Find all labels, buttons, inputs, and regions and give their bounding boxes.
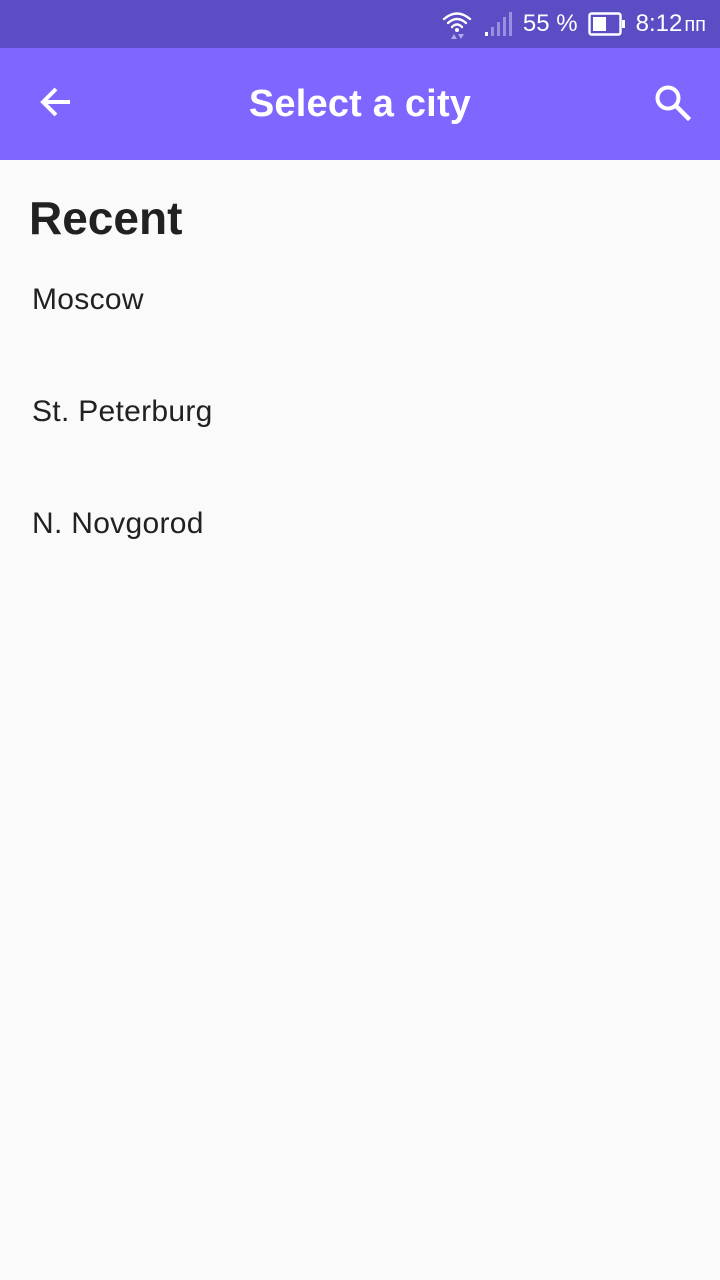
arrow-left-icon: [38, 84, 74, 125]
page-title: Select a city: [248, 83, 472, 125]
city-label: St. Peterburg: [32, 395, 213, 428]
status-bar: 55 % 8:12 пп: [0, 0, 720, 48]
status-bar-right: 55 % 8:12 пп: [441, 0, 706, 48]
clock-suffix: пп: [684, 13, 706, 36]
wifi-icon: [441, 9, 473, 39]
battery-icon: [587, 12, 626, 36]
clock: 8:12 пп: [636, 0, 706, 49]
signal-icon: [483, 11, 513, 37]
section-heading-recent: Recent: [29, 192, 183, 244]
city-label: Moscow: [32, 283, 144, 316]
city-label: N. Novgorod: [32, 507, 204, 540]
list-item-city[interactable]: St. Peterburg: [0, 358, 720, 470]
list-item-city[interactable]: N. Novgorod: [0, 470, 720, 582]
clock-time: 8:12: [635, 9, 683, 37]
search-button[interactable]: [640, 74, 704, 134]
battery-percent: 55 %: [522, 10, 578, 37]
list-item-city[interactable]: Moscow: [0, 246, 720, 358]
search-icon: [653, 83, 692, 126]
recent-city-list: Moscow St. Peterburg N. Novgorod: [0, 246, 720, 582]
back-button[interactable]: [24, 76, 88, 132]
app-bar: Select a city: [0, 48, 720, 160]
